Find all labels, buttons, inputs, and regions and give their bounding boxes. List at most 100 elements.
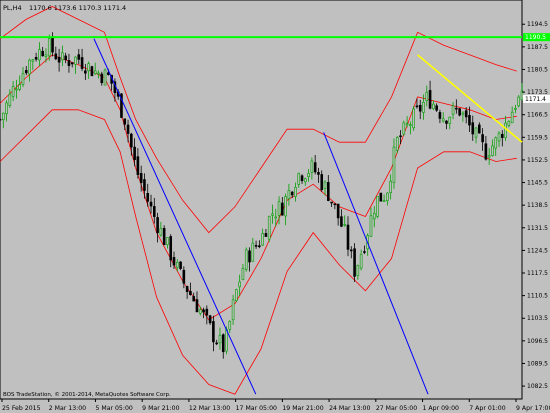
time-tick-label: 19 Mar 21:00 (282, 405, 323, 412)
candle-body (507, 121, 511, 126)
candle-body (372, 212, 376, 220)
candle-body (153, 206, 156, 217)
candle-body (313, 162, 317, 173)
symbol-label: PL,H4 (3, 4, 22, 12)
candle-body (31, 59, 35, 62)
candle-body (504, 122, 507, 138)
candle-body (133, 146, 136, 160)
price-tick-label: 1194.5 (527, 21, 548, 28)
candle-body (156, 217, 159, 234)
candle-body (481, 134, 484, 143)
candle-body (179, 261, 182, 269)
candle-body (185, 286, 189, 292)
candle-body (182, 269, 186, 284)
candle-body (428, 90, 432, 109)
price-tick-label: 1166.5 (527, 112, 548, 119)
candle-body (271, 213, 274, 216)
candle-body (300, 175, 304, 182)
candle-body (369, 215, 373, 237)
candle-body (343, 224, 347, 226)
time-tick-label: 2 Mar 13:00 (49, 405, 86, 412)
candle-body (376, 195, 379, 217)
candle-body (80, 57, 84, 69)
candle-body (70, 62, 74, 65)
time-tick-label: 9 Mar 21:00 (142, 405, 179, 412)
candle-body (264, 233, 268, 237)
candle-body (330, 201, 333, 204)
candle-body (336, 203, 340, 219)
candle-body (340, 216, 343, 227)
price-chart[interactable]: 1194.51187.51180.51173.51166.51159.51152… (0, 0, 550, 413)
candle-body (64, 55, 67, 61)
candle-body (415, 105, 419, 108)
candle-body (474, 127, 478, 138)
candle-body (379, 192, 383, 202)
svg-text:1171.4: 1171.4 (525, 96, 546, 103)
candle-body (18, 84, 21, 90)
candle-body (212, 321, 215, 343)
candle-body (77, 54, 81, 60)
candle-body (1, 112, 5, 120)
candle-body (241, 268, 245, 280)
price-tick-label: 1131.5 (527, 225, 548, 232)
candle-body (146, 192, 150, 202)
candle-body (136, 156, 140, 175)
candle-body (494, 137, 498, 149)
candle-body (215, 342, 218, 345)
candle-body (248, 250, 251, 263)
price-tick-label: 1138.5 (527, 202, 548, 209)
price-tick-label: 1159.5 (527, 134, 548, 141)
candle-body (399, 135, 402, 138)
candle-body (359, 254, 363, 269)
candle-body (47, 38, 51, 57)
candle-body (458, 108, 461, 116)
candle-body (74, 56, 77, 65)
candle-body (100, 73, 104, 84)
price-tick-label: 1089.5 (527, 360, 548, 367)
price-tick-label: 1180.5 (527, 66, 548, 73)
candle-body (15, 88, 18, 91)
candle-body (435, 105, 438, 111)
candle-body (389, 180, 392, 193)
candle-body (238, 281, 241, 288)
candle-body (235, 289, 238, 301)
price-tick-label: 1082.5 (527, 383, 548, 390)
candle-body (0, 118, 2, 121)
candle-body (198, 309, 202, 314)
price-tick-label: 1103.5 (527, 315, 548, 322)
candle-body (189, 291, 192, 295)
candle-body (162, 227, 166, 246)
candle-body (441, 118, 445, 122)
candle-body (221, 334, 225, 353)
time-tick-label: 25 Feb 2015 (2, 405, 41, 412)
candle-body (38, 49, 41, 61)
price-tick-label: 1152.5 (527, 157, 548, 164)
candle-body (317, 172, 320, 175)
candle-body (123, 118, 127, 125)
candle-body (169, 236, 173, 261)
price-tick-label: 1124.5 (527, 247, 548, 254)
svg-text:1190.5: 1190.5 (525, 34, 546, 41)
candle-body (5, 102, 8, 115)
time-tick-label: 9 Apr 17:00 (516, 405, 550, 412)
time-tick-label: 17 Mar 05:00 (236, 405, 277, 412)
candle-body (471, 122, 475, 135)
candle-body (44, 54, 48, 57)
time-tick-label: 12 Mar 13:00 (189, 405, 230, 412)
candle-body (258, 245, 261, 248)
candle-body (445, 120, 448, 124)
time-tick-label: 27 Mar 05:00 (376, 405, 417, 412)
price-tick-label: 1096.5 (527, 338, 548, 345)
candle-body (277, 201, 281, 216)
candle-body (24, 70, 28, 74)
candle-body (464, 110, 468, 118)
candle-body (274, 216, 278, 219)
candle-body (139, 173, 143, 183)
price-tick-label: 1187.5 (527, 44, 548, 51)
candle-body (103, 69, 107, 86)
candle-body (294, 187, 297, 197)
candle-body (425, 91, 429, 101)
candle-body (34, 57, 38, 60)
candle-body (501, 134, 504, 138)
candle-body (231, 299, 235, 321)
